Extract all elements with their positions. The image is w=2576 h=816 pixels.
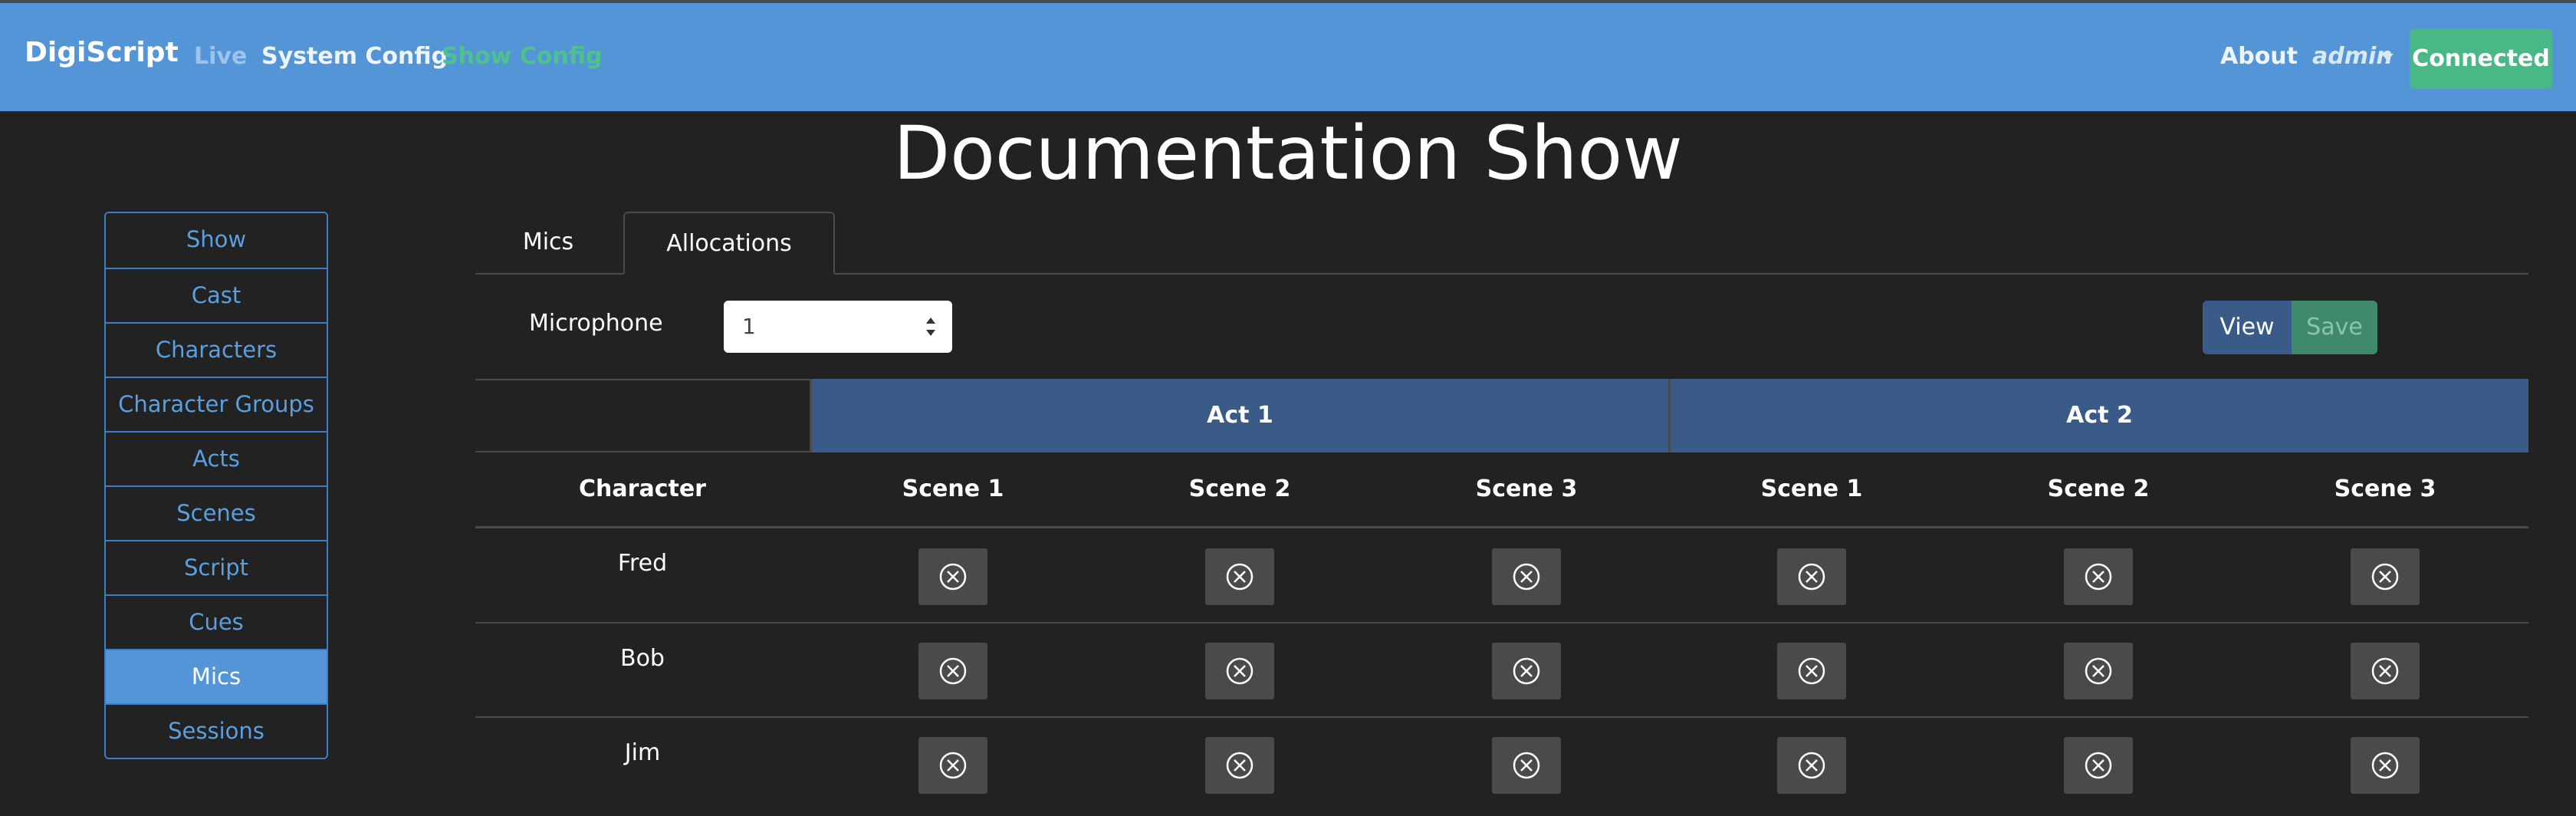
x-circle-icon bbox=[2085, 563, 2112, 591]
allocation-toggle[interactable] bbox=[2351, 737, 2420, 794]
column-header-scene: Scene 1 bbox=[902, 475, 1004, 502]
view-button[interactable]: View bbox=[2203, 301, 2292, 354]
user-menu[interactable]: admin bbox=[2312, 43, 2393, 70]
nav-system-config[interactable]: System Config bbox=[261, 43, 448, 70]
allocation-toggle[interactable] bbox=[1777, 643, 1846, 699]
nav-live[interactable]: Live bbox=[194, 43, 247, 70]
column-header-scene: Scene 1 bbox=[1760, 475, 1863, 502]
tab-mics[interactable]: Mics bbox=[475, 212, 621, 273]
sidebar-item-acts[interactable]: Acts bbox=[106, 431, 327, 485]
allocation-toggle[interactable] bbox=[1205, 643, 1274, 699]
allocation-toggle[interactable] bbox=[1205, 548, 1274, 605]
x-circle-icon bbox=[2371, 657, 2399, 685]
page-title: Documentation Show bbox=[893, 110, 1683, 196]
x-circle-icon bbox=[1798, 752, 1825, 779]
nav-show-config[interactable]: Show Config bbox=[442, 43, 602, 70]
act-header-blank bbox=[475, 379, 810, 452]
character-name: Fred bbox=[617, 550, 668, 577]
x-circle-icon bbox=[2085, 657, 2112, 685]
connection-status-badge: Connected bbox=[2410, 29, 2552, 89]
x-circle-icon bbox=[2085, 752, 2112, 779]
sidebar-item-show[interactable]: Show bbox=[106, 213, 327, 268]
x-circle-icon bbox=[1226, 563, 1254, 591]
act-header-1: Act 1 bbox=[810, 379, 1668, 452]
allocation-toggle[interactable] bbox=[1777, 548, 1846, 605]
column-header-scene: Scene 2 bbox=[2047, 475, 2150, 502]
allocation-toggle[interactable] bbox=[1777, 737, 1846, 794]
x-circle-icon bbox=[1798, 563, 1825, 591]
act-header-2: Act 2 bbox=[1668, 379, 2528, 452]
x-circle-icon bbox=[1513, 563, 1540, 591]
microphone-label: Microphone bbox=[529, 310, 663, 337]
allocation-toggle[interactable] bbox=[2064, 548, 2133, 605]
select-arrows-icon bbox=[926, 318, 935, 336]
character-name: Bob bbox=[620, 645, 665, 672]
column-header-scene: Scene 2 bbox=[1188, 475, 1291, 502]
sidebar-item-script[interactable]: Script bbox=[106, 540, 327, 594]
sidebar-item-mics[interactable]: Mics bbox=[106, 649, 327, 703]
allocation-toggle[interactable] bbox=[2351, 643, 2420, 699]
microphone-select-value: 1 bbox=[742, 314, 756, 339]
allocation-toggle[interactable] bbox=[2064, 643, 2133, 699]
mics-tabs: Mics Allocations bbox=[475, 212, 2528, 275]
x-circle-icon bbox=[1226, 752, 1254, 779]
row-divider bbox=[475, 716, 2528, 718]
allocation-toggle[interactable] bbox=[1205, 737, 1274, 794]
x-circle-icon bbox=[2371, 563, 2399, 591]
act-label: Act 1 bbox=[1207, 402, 1273, 429]
allocation-toggle[interactable] bbox=[2351, 548, 2420, 605]
nav-about[interactable]: About bbox=[2220, 43, 2298, 70]
sidebar-item-characters[interactable]: Characters bbox=[106, 322, 327, 377]
column-header-scene: Scene 3 bbox=[1475, 475, 1578, 502]
row-divider bbox=[475, 622, 2528, 624]
character-name: Jim bbox=[624, 739, 661, 766]
allocation-toggle[interactable] bbox=[918, 548, 987, 605]
act-label: Act 2 bbox=[2066, 402, 2133, 429]
allocation-toggle[interactable] bbox=[1492, 643, 1561, 699]
allocation-toggle[interactable] bbox=[1492, 548, 1561, 605]
x-circle-icon bbox=[1513, 752, 1540, 779]
save-button[interactable]: Save bbox=[2292, 301, 2377, 354]
x-circle-icon bbox=[939, 657, 967, 685]
sidebar-item-cast[interactable]: Cast bbox=[106, 268, 327, 322]
sidebar-item-cues[interactable]: Cues bbox=[106, 594, 327, 649]
sidebar-item-sessions[interactable]: Sessions bbox=[106, 703, 327, 758]
tab-allocations[interactable]: Allocations bbox=[623, 212, 835, 275]
header-divider bbox=[475, 526, 2528, 528]
allocation-toggle[interactable] bbox=[2064, 737, 2133, 794]
sidebar-item-scenes[interactable]: Scenes bbox=[106, 485, 327, 540]
column-header-character: Character bbox=[579, 475, 706, 502]
chevron-down-icon[interactable] bbox=[2381, 54, 2394, 61]
microphone-select[interactable]: 1 bbox=[724, 301, 952, 353]
x-circle-icon bbox=[1513, 657, 1540, 685]
x-circle-icon bbox=[939, 563, 967, 591]
x-circle-icon bbox=[1226, 657, 1254, 685]
x-circle-icon bbox=[2371, 752, 2399, 779]
config-sidebar: Show Cast Characters Character Groups Ac… bbox=[104, 212, 328, 759]
allocation-toggle[interactable] bbox=[918, 737, 987, 794]
x-circle-icon bbox=[939, 752, 967, 779]
brand-logo[interactable]: DigiScript bbox=[25, 37, 179, 68]
x-circle-icon bbox=[1798, 657, 1825, 685]
column-header-scene: Scene 3 bbox=[2334, 475, 2436, 502]
allocation-toggle[interactable] bbox=[918, 643, 987, 699]
navbar: DigiScript Live System Config Show Confi… bbox=[0, 3, 2576, 111]
sidebar-item-character-groups[interactable]: Character Groups bbox=[106, 377, 327, 431]
allocation-toggle[interactable] bbox=[1492, 737, 1561, 794]
